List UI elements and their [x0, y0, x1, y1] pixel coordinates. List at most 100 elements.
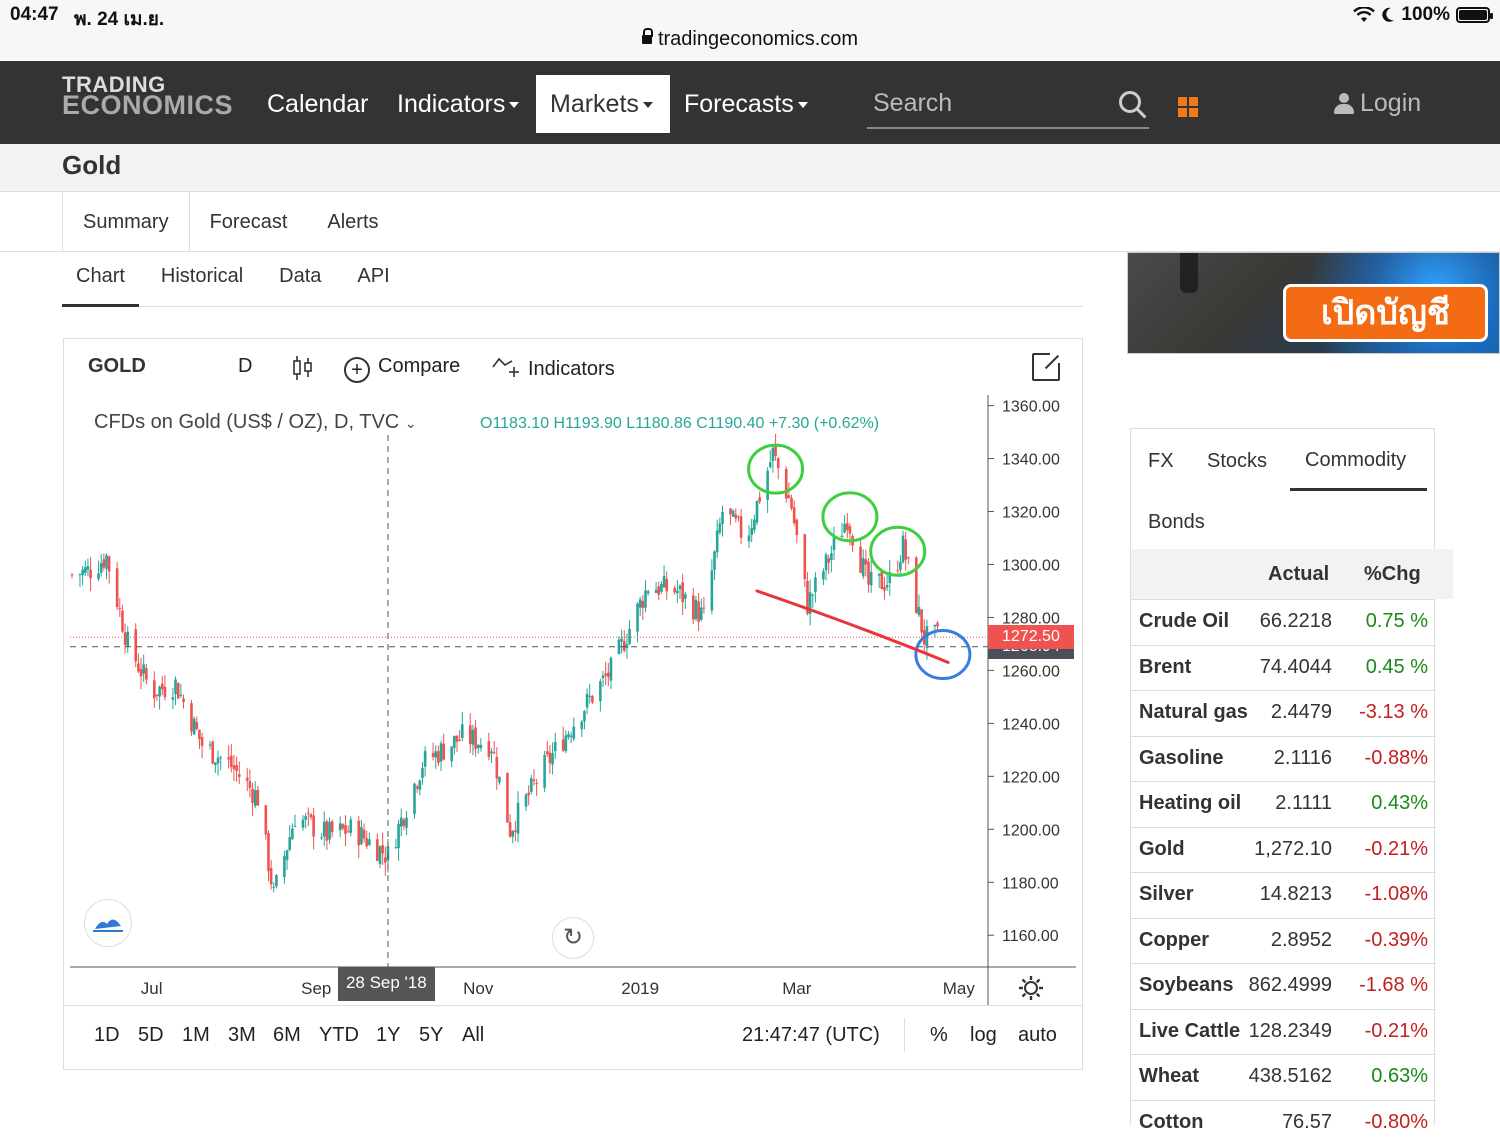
- commodity-actual: 2.1116: [1273, 746, 1332, 769]
- scale-log[interactable]: log: [970, 1024, 997, 1047]
- table-row[interactable]: Cotton 76.57 -0.80%: [1131, 1099, 1436, 1145]
- subtab-data[interactable]: Data: [265, 252, 335, 307]
- table-row[interactable]: Heating oil 2.1111 0.43%: [1131, 781, 1436, 826]
- scale-auto[interactable]: auto: [1018, 1024, 1057, 1047]
- symbol-button[interactable]: GOLD: [88, 355, 146, 378]
- commodity-name[interactable]: Silver: [1139, 883, 1193, 906]
- tab-summary[interactable]: Summary: [63, 192, 190, 252]
- logo[interactable]: TRADING ECONOMICS: [62, 74, 233, 119]
- apps-grid-icon[interactable]: [1178, 97, 1198, 117]
- commodity-name[interactable]: Natural gas: [1139, 701, 1248, 724]
- price-tick-label: 1240.00: [1002, 716, 1060, 733]
- price-chart[interactable]: 1360.001340.001320.001300.001280.001260.…: [64, 395, 1082, 1005]
- candle-body: [569, 735, 573, 737]
- commodity-name[interactable]: Crude Oil: [1139, 610, 1229, 633]
- candle-body: [710, 570, 714, 611]
- candle-body: [646, 591, 650, 594]
- nav-calendar[interactable]: Calendar: [253, 75, 382, 133]
- search-box: [867, 81, 1149, 129]
- reset-chart-icon[interactable]: ↻: [552, 917, 594, 959]
- range-1y[interactable]: 1Y: [376, 1024, 400, 1047]
- indicators-button[interactable]: Indicators: [492, 355, 615, 381]
- tab-forecast[interactable]: Forecast: [190, 192, 308, 252]
- search-input[interactable]: [873, 89, 1103, 118]
- login-button[interactable]: Login: [1334, 89, 1421, 118]
- nav-label: Calendar: [267, 90, 369, 118]
- subtab-historical[interactable]: Historical: [147, 252, 257, 307]
- candle-body: [803, 534, 807, 580]
- table-row[interactable]: Brent 74.4044 0.45 %: [1131, 644, 1436, 690]
- candle-body: [293, 825, 297, 827]
- commodity-actual: 862.4999: [1248, 974, 1332, 996]
- utc-clock[interactable]: 21:47:47 (UTC): [742, 1024, 880, 1047]
- range-5d[interactable]: 5D: [138, 1024, 164, 1047]
- commodity-name[interactable]: Heating oil: [1139, 792, 1241, 815]
- chart-toolbar: GOLD D + Compare Indicators: [64, 339, 1082, 395]
- tab-alerts[interactable]: Alerts: [307, 192, 398, 252]
- candle-body: [285, 850, 289, 860]
- table-row[interactable]: Copper 2.8952 -0.39%: [1131, 917, 1436, 963]
- subtab-api[interactable]: API: [343, 252, 403, 307]
- candle-body: [431, 752, 435, 757]
- table-row[interactable]: Live Cattle 128.2349 -0.21%: [1131, 1008, 1436, 1054]
- scale-percent[interactable]: %: [930, 1024, 948, 1047]
- nav-indicators[interactable]: Indicators: [383, 75, 533, 133]
- commodity-name[interactable]: Soybeans: [1139, 974, 1233, 997]
- table-row[interactable]: Crude Oil 66.2218 0.75 %: [1131, 599, 1436, 644]
- range-5y[interactable]: 5Y: [419, 1024, 443, 1047]
- table-row[interactable]: Wheat 438.5162 0.63%: [1131, 1054, 1436, 1099]
- candle-body: [506, 772, 509, 823]
- commodity-name[interactable]: Cotton: [1139, 1111, 1203, 1134]
- tab-bonds[interactable]: Bonds: [1148, 511, 1205, 534]
- fullscreen-icon[interactable]: [1032, 351, 1062, 381]
- ad-open-account-button[interactable]: เปิดบัญชี: [1283, 284, 1488, 342]
- range-6m[interactable]: 6M: [273, 1024, 301, 1047]
- candle-body: [750, 527, 753, 536]
- address-bar[interactable]: tradingeconomics.com: [0, 28, 1500, 51]
- tradingview-logo-icon[interactable]: [84, 899, 132, 947]
- table-row[interactable]: Soybeans 862.4999 -1.68 %: [1131, 963, 1436, 1008]
- commodity-name[interactable]: Gasoline: [1139, 747, 1223, 770]
- sub-tabs: Chart Historical Data API: [62, 252, 1083, 307]
- nav-forecasts[interactable]: Forecasts: [670, 75, 822, 133]
- table-row[interactable]: Silver 14.8213 -1.08%: [1131, 872, 1436, 917]
- range-3m[interactable]: 3M: [228, 1024, 256, 1047]
- candle-body: [394, 847, 398, 849]
- settings-gear-icon[interactable]: [1018, 975, 1044, 1001]
- candle-body: [936, 622, 939, 627]
- range-ytd[interactable]: YTD: [319, 1024, 359, 1047]
- url-text: tradingeconomics.com: [657, 28, 859, 50]
- commodity-name[interactable]: Copper: [1139, 929, 1209, 952]
- commodity-name[interactable]: Wheat: [1139, 1065, 1199, 1088]
- commodity-name[interactable]: Brent: [1139, 656, 1191, 679]
- tab-fx[interactable]: FX: [1148, 450, 1174, 473]
- table-row[interactable]: Gasoline 2.1116 -0.88%: [1131, 735, 1436, 781]
- commodity-name[interactable]: Gold: [1139, 838, 1185, 861]
- ad-banner[interactable]: เปิดบัญชี: [1127, 252, 1500, 354]
- commodity-actual: 2.8952: [1270, 928, 1332, 951]
- table-row[interactable]: Natural gas 2.4479 -3.13 %: [1131, 690, 1436, 735]
- tab-commodity[interactable]: Commodity: [1305, 449, 1406, 472]
- candle-body: [415, 786, 419, 789]
- interval-button[interactable]: D: [238, 355, 252, 378]
- commodity-actual: 2.1111: [1275, 792, 1332, 814]
- table-row[interactable]: Gold 1,272.10 -0.21%: [1131, 826, 1436, 872]
- chart-legend[interactable]: CFDs on Gold (US$ / OZ), D, TVC ⌄: [94, 411, 417, 434]
- compare-button[interactable]: + Compare: [344, 355, 460, 383]
- candle-body: [248, 781, 252, 788]
- tab-stocks[interactable]: Stocks: [1207, 450, 1267, 473]
- range-1d[interactable]: 1D: [94, 1024, 120, 1047]
- subtab-chart[interactable]: Chart: [62, 252, 139, 307]
- candle-body: [115, 568, 119, 608]
- candle-body: [251, 788, 254, 804]
- candle-body: [492, 752, 496, 754]
- range-1m[interactable]: 1M: [182, 1024, 210, 1047]
- search-icon[interactable]: [1119, 91, 1141, 113]
- ad-figure: [1180, 253, 1198, 293]
- nav-markets[interactable]: Markets: [536, 75, 670, 133]
- commodity-name[interactable]: Live Cattle: [1139, 1020, 1240, 1043]
- annotation-curve: [755, 589, 950, 664]
- range-all[interactable]: All: [462, 1024, 484, 1047]
- candlestick-icon[interactable]: [292, 355, 314, 381]
- candle-body: [288, 837, 292, 850]
